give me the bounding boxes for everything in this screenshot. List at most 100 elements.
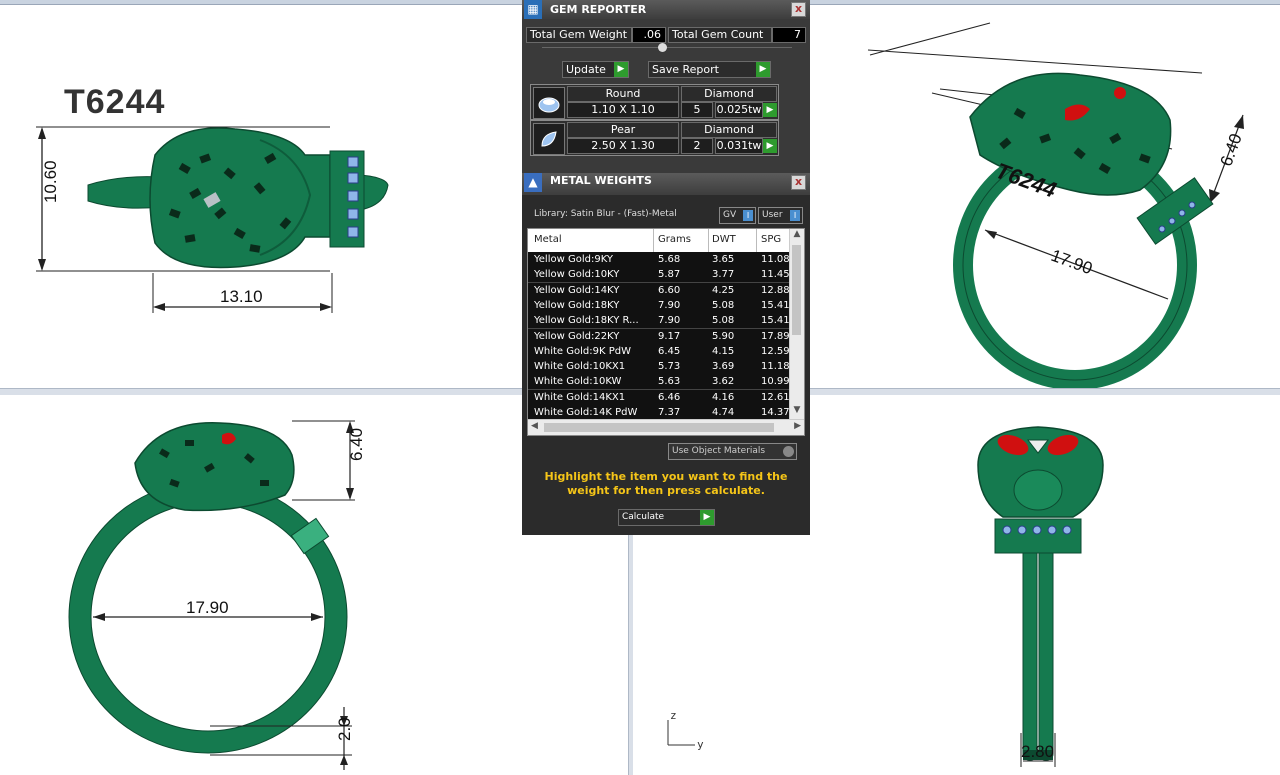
collapse-handle-icon[interactable] bbox=[542, 43, 792, 56]
table-cell: 12.61 bbox=[761, 391, 790, 403]
metal-weights-title: METAL WEIGHTS bbox=[550, 174, 652, 187]
user-toggle-label: User bbox=[762, 210, 783, 220]
scroll-thumb[interactable] bbox=[792, 245, 801, 335]
table-row[interactable]: White Gold:9K PdW 6.45 4.15 12.59 bbox=[528, 343, 790, 360]
table-row[interactable]: White Gold:10KW 5.63 3.62 10.99 bbox=[528, 374, 790, 391]
gem-detail-play-icon[interactable]: ▶ bbox=[763, 139, 777, 153]
gem-type: Diamond bbox=[681, 122, 777, 138]
table-row[interactable]: White Gold:10KX1 5.73 3.69 11.18 bbox=[528, 359, 790, 376]
toggle-icon: I bbox=[743, 210, 753, 221]
hscroll-thumb[interactable] bbox=[544, 423, 774, 432]
gem-row[interactable]: Round Diamond 1.10 X 1.10 5 0.025tw ▶ bbox=[530, 84, 779, 120]
table-cell: Yellow Gold:14KY bbox=[534, 284, 620, 296]
table-row[interactable]: Yellow Gold:18KY R... 7.90 5.08 15.41 bbox=[528, 313, 790, 330]
total-gem-count-label: Total Gem Count bbox=[668, 27, 772, 43]
table-cell: 15.41 bbox=[761, 315, 790, 327]
table-cell: 6.46 bbox=[658, 391, 681, 403]
table-cell: 5.87 bbox=[658, 269, 681, 281]
table-cell: White Gold:10KW bbox=[534, 376, 622, 388]
table-cell: 4.16 bbox=[712, 391, 735, 403]
table-cell: 11.08 bbox=[761, 254, 790, 265]
gem-row[interactable]: Pear Diamond 2.50 X 1.30 2 0.031tw ▶ bbox=[530, 120, 779, 156]
gem-detail-play-icon[interactable]: ▶ bbox=[763, 103, 777, 117]
unit-toggle[interactable]: GV I bbox=[719, 207, 756, 224]
metal-weights-titlebar[interactable]: ▲ METAL WEIGHTS x bbox=[522, 173, 810, 195]
table-cell: Yellow Gold:10KY bbox=[534, 269, 620, 281]
viewport-perspective[interactable]: 6.40 17.90 T6244 bbox=[810, 5, 1280, 388]
dim-front-shank: 2.0 bbox=[335, 717, 354, 741]
column-header[interactable]: DWT bbox=[712, 229, 736, 251]
vertical-scrollbar[interactable]: ▲ ▼ bbox=[789, 229, 804, 419]
instruction-text: Highlight the item you want to find the … bbox=[544, 470, 788, 497]
table-row[interactable]: Yellow Gold:22KY 9.17 5.90 17.89 bbox=[528, 328, 790, 345]
scroll-down-icon[interactable]: ▼ bbox=[790, 405, 804, 419]
scroll-up-icon[interactable]: ▲ bbox=[790, 229, 804, 243]
table-cell: 6.45 bbox=[658, 345, 681, 357]
scroll-right-icon[interactable]: ▶ bbox=[794, 421, 801, 431]
table-cell: 3.77 bbox=[712, 269, 735, 281]
gem-shape: Round bbox=[567, 86, 679, 102]
table-row[interactable]: White Gold:14KX1 6.46 4.16 12.61 bbox=[528, 389, 790, 406]
column-header[interactable]: Grams bbox=[658, 229, 691, 251]
total-gem-weight-value: .06 bbox=[632, 27, 666, 43]
table-cell: White Gold:14KX1 bbox=[534, 391, 626, 403]
save-report-button[interactable]: Save Report ▶ bbox=[648, 61, 771, 78]
table-cell: 4.15 bbox=[712, 345, 735, 357]
total-gem-weight-label: Total Gem Weight bbox=[526, 27, 632, 43]
table-cell: 4.25 bbox=[712, 284, 735, 296]
column-header[interactable]: Metal bbox=[534, 229, 562, 251]
table-cell: Yellow Gold:9KY bbox=[534, 254, 613, 265]
table-cell: 5.73 bbox=[658, 361, 681, 373]
dim-top-height: 10.60 bbox=[41, 160, 60, 203]
close-icon[interactable]: x bbox=[791, 2, 806, 17]
gem-reporter-title: GEM REPORTER bbox=[550, 3, 647, 16]
table-cell: 3.69 bbox=[712, 361, 735, 373]
table-cell: 5.08 bbox=[712, 315, 735, 327]
play-icon: ▶ bbox=[700, 510, 714, 525]
table-cell: 7.90 bbox=[658, 315, 681, 327]
user-toggle[interactable]: User I bbox=[758, 207, 803, 224]
table-cell: 7.90 bbox=[658, 299, 681, 311]
table-row[interactable]: Yellow Gold:9KY 5.68 3.65 11.08 bbox=[528, 252, 790, 268]
table-row[interactable]: Yellow Gold:14KY 6.60 4.25 12.88 bbox=[528, 282, 790, 299]
gem-size: 2.50 X 1.30 bbox=[567, 138, 679, 154]
toggle-icon: I bbox=[790, 210, 800, 221]
gem-weight: 0.031tw bbox=[715, 138, 763, 154]
table-row[interactable]: Yellow Gold:18KY 7.90 5.08 15.41 bbox=[528, 297, 790, 314]
gem-list: Round Diamond 1.10 X 1.10 5 0.025tw ▶ Pe… bbox=[522, 84, 810, 174]
gem-count: 5 bbox=[681, 102, 713, 118]
table-cell: 3.62 bbox=[712, 376, 735, 388]
table-cell: 12.59 bbox=[761, 345, 790, 357]
pear-gem-icon bbox=[533, 123, 565, 155]
table-cell: 3.65 bbox=[712, 254, 735, 265]
table-cell: 4.74 bbox=[712, 407, 735, 418]
unit-toggle-label: GV bbox=[723, 210, 737, 220]
update-button[interactable]: Update ▶ bbox=[562, 61, 629, 78]
gem-reporter-titlebar[interactable]: ▦ GEM REPORTER x bbox=[522, 0, 810, 19]
scroll-left-icon[interactable]: ◀ bbox=[531, 421, 538, 431]
close-icon[interactable]: x bbox=[791, 175, 806, 190]
dim-top-width: 13.10 bbox=[220, 287, 263, 306]
table-row[interactable]: Yellow Gold:10KY 5.87 3.77 11.45 bbox=[528, 267, 790, 284]
calculate-button[interactable]: Calculate ▶ bbox=[618, 509, 715, 526]
table-cell: 6.60 bbox=[658, 284, 681, 296]
table-cell: 7.37 bbox=[658, 407, 681, 418]
metal-table[interactable]: Metal Grams DWT SPG Yellow Gold:9KY 5.68 3… bbox=[527, 228, 805, 436]
gem-type: Diamond bbox=[681, 86, 777, 102]
metal-weights-icon: ▲ bbox=[524, 173, 542, 192]
horizontal-scrollbar[interactable]: ◀ ▶ bbox=[528, 419, 804, 435]
calculate-label: Calculate bbox=[622, 512, 665, 522]
gem-weight: 0.025tw bbox=[715, 102, 763, 118]
use-object-materials-toggle[interactable]: Use Object Materials bbox=[668, 443, 797, 460]
table-cell: 12.88 bbox=[761, 284, 790, 296]
gem-reporter-panel: ▦ GEM REPORTER x Total Gem Weight .06 To… bbox=[522, 0, 810, 175]
table-cell: 5.90 bbox=[712, 330, 735, 342]
axis-z-label: z bbox=[670, 709, 677, 722]
play-icon: ▶ bbox=[756, 62, 770, 77]
dim-front-height: 6.40 bbox=[347, 428, 366, 461]
use-object-materials-label: Use Object Materials bbox=[672, 446, 766, 456]
save-report-label: Save Report bbox=[652, 63, 719, 76]
column-header[interactable]: SPG bbox=[761, 229, 781, 251]
table-cell: 5.08 bbox=[712, 299, 735, 311]
metal-weights-panel: ▲ METAL WEIGHTS x Library: Satin Blur - … bbox=[522, 173, 810, 535]
